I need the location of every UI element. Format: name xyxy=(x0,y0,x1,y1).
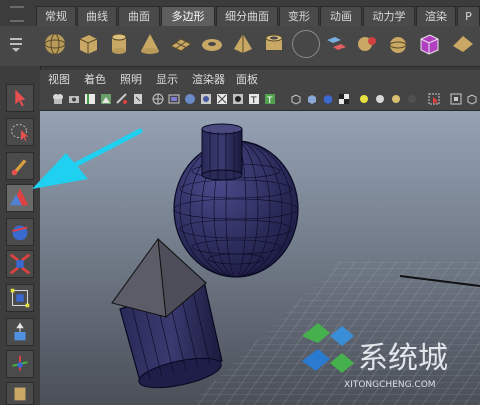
menu-view[interactable]: 视图 xyxy=(48,73,70,87)
torus-icon[interactable] xyxy=(199,30,225,58)
small-cylinder[interactable] xyxy=(201,123,243,181)
dark-sphere-icon[interactable] xyxy=(406,93,418,105)
soccer-ball-icon[interactable] xyxy=(292,30,320,58)
checker-icon[interactable] xyxy=(338,93,350,105)
texture-icon[interactable]: T xyxy=(248,93,260,105)
bookmark-icon[interactable] xyxy=(84,93,96,105)
boolean-icon[interactable] xyxy=(416,30,442,58)
panel-menu-bar xyxy=(40,70,480,90)
isolate-select-icon[interactable] xyxy=(428,93,440,105)
pipe-icon[interactable] xyxy=(261,30,287,58)
move-tool[interactable] xyxy=(6,218,34,246)
xray-icon[interactable] xyxy=(216,93,228,105)
cube-icon[interactable] xyxy=(75,30,101,58)
menu-panels[interactable]: 面板 xyxy=(236,73,258,87)
tab-more[interactable]: P xyxy=(457,6,480,26)
sphere-icon[interactable] xyxy=(42,30,68,58)
select-tool[interactable] xyxy=(6,84,34,112)
all-lights-icon[interactable] xyxy=(358,93,370,105)
menu-shading[interactable]: 着色 xyxy=(84,73,106,87)
frame-icon[interactable] xyxy=(450,93,462,105)
menu-lighting[interactable]: 照明 xyxy=(120,73,142,87)
tab-deformation[interactable]: 变形 xyxy=(279,6,319,26)
shaded-cube-icon[interactable] xyxy=(306,93,318,105)
tab-dynamics[interactable]: 动力学 xyxy=(363,6,415,26)
image-plane-icon[interactable] xyxy=(100,93,112,105)
svg-text:T: T xyxy=(250,96,257,105)
rotate-tool[interactable] xyxy=(6,250,34,278)
plane2-icon[interactable] xyxy=(450,30,476,58)
camera-attr-icon[interactable] xyxy=(68,93,80,105)
last-tool[interactable] xyxy=(6,350,34,378)
shelf-grip-icon[interactable] xyxy=(10,6,24,22)
camera-icon[interactable] xyxy=(52,93,64,105)
cone-icon[interactable] xyxy=(137,30,163,58)
cube-frame-icon[interactable] xyxy=(466,93,478,105)
tab-curves[interactable]: 曲线 xyxy=(77,6,117,26)
smooth-shade-icon[interactable] xyxy=(184,93,196,105)
tab-rendering[interactable]: 渲染 xyxy=(416,6,456,26)
svg-text:T: T xyxy=(266,96,273,105)
textured-cube-icon[interactable] xyxy=(322,93,334,105)
two-d-pan-icon[interactable] xyxy=(116,93,128,105)
film-gate-icon[interactable] xyxy=(168,93,180,105)
default-light-icon[interactable] xyxy=(232,93,244,105)
light-sphere-icon[interactable] xyxy=(374,93,386,105)
tab-animation[interactable]: 动画 xyxy=(320,6,362,26)
watermark-name: 系统城 xyxy=(358,341,448,376)
combine-icon[interactable] xyxy=(323,30,349,58)
tab-surfaces[interactable]: 曲面 xyxy=(118,6,160,26)
manipulator-tool[interactable] xyxy=(6,318,34,346)
menu-show[interactable]: 显示 xyxy=(156,73,178,87)
resolution-gate-icon[interactable]: T xyxy=(264,93,276,105)
tab-polygons[interactable]: 多边形 xyxy=(161,6,215,26)
shelf-menu-icon[interactable] xyxy=(8,34,24,54)
menu-renderer[interactable]: 渲染器 xyxy=(192,73,225,87)
shadow-sphere-icon[interactable] xyxy=(390,93,402,105)
grease-pencil-icon[interactable] xyxy=(132,93,144,105)
tab-subdivisions[interactable]: 细分曲面 xyxy=(216,6,278,26)
bounding-box-icon[interactable] xyxy=(290,93,302,105)
extra-tool[interactable] xyxy=(6,382,34,405)
tab-general[interactable]: 常规 xyxy=(36,6,76,26)
watermark-url: XITONGCHENG.COM xyxy=(344,380,436,390)
flat-shade-icon[interactable] xyxy=(200,93,212,105)
annotation-arrow-icon xyxy=(32,128,143,189)
wireframe-icon[interactable] xyxy=(152,93,164,105)
separate-icon[interactable] xyxy=(354,30,380,58)
extract-icon[interactable] xyxy=(385,30,411,58)
cylinder-icon[interactable] xyxy=(106,30,132,58)
pyramid-icon[interactable] xyxy=(230,30,256,58)
scale-tool[interactable] xyxy=(6,284,34,312)
plane-icon[interactable] xyxy=(168,30,194,58)
